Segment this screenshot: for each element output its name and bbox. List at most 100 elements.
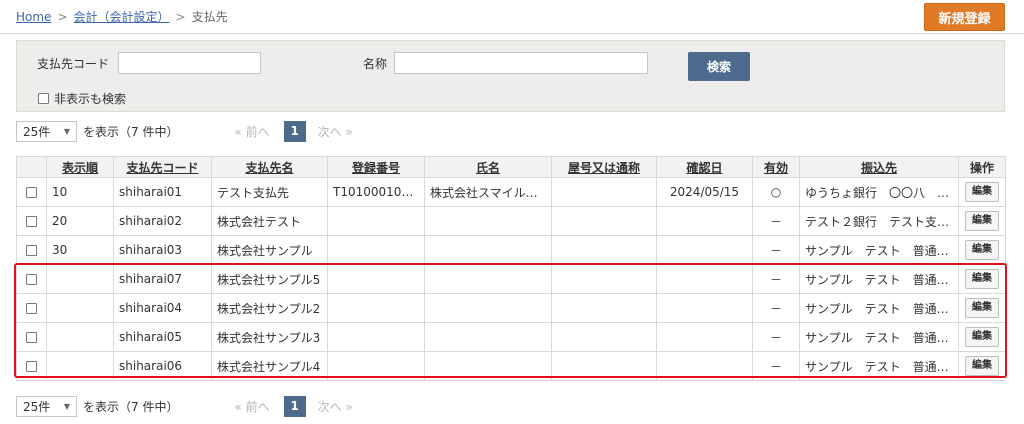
current-page-number[interactable]: 1 <box>283 395 306 417</box>
cell-trade-name <box>551 177 657 207</box>
cell-confirm-date <box>656 322 753 352</box>
cell-code: shiharai07 <box>113 264 212 294</box>
cell-code: shiharai03 <box>113 235 212 265</box>
table-header-row: 表示順 支払先コード 支払先名 登録番号 氏名 屋号又は通称 確認日 有効 振込… <box>16 156 1006 178</box>
next-page-link[interactable]: 次へ » <box>318 398 353 415</box>
cell-person <box>424 351 552 381</box>
cell-bank: テスト２銀行 テスト支… <box>799 206 959 236</box>
breadcrumb-separator: > <box>175 9 186 24</box>
row-select-cell <box>16 235 47 265</box>
breadcrumb-accounting-link[interactable]: 会計（会計設定） <box>74 8 170 25</box>
name-input[interactable] <box>394 52 648 74</box>
current-page-number[interactable]: 1 <box>283 120 306 142</box>
row-checkbox[interactable] <box>26 187 37 198</box>
header-bank[interactable]: 振込先 <box>799 156 959 178</box>
edit-button[interactable]: 編集 <box>965 327 999 347</box>
search-button[interactable]: 検索 <box>688 52 750 81</box>
row-select-cell <box>16 206 47 236</box>
payee-code-input[interactable] <box>118 52 261 74</box>
breadcrumb-separator: > <box>57 9 68 24</box>
edit-button[interactable]: 編集 <box>965 356 999 376</box>
prev-page-link[interactable]: « 前へ <box>234 123 269 140</box>
cell-reg-no <box>327 235 425 265</box>
per-page-select[interactable]: 25件 ▼ <box>16 395 77 417</box>
header-trade-name[interactable]: 屋号又は通称 <box>551 156 657 178</box>
cell-bank: サンプル テスト 普通… <box>799 351 959 381</box>
header-order[interactable]: 表示順 <box>46 156 114 178</box>
cell-order: 20 <box>46 206 114 236</box>
payee-table: 表示順 支払先コード 支払先名 登録番号 氏名 屋号又は通称 確認日 有効 振込… <box>16 156 1006 381</box>
cell-reg-no <box>327 293 425 323</box>
cell-name: 株式会社サンプル4 <box>211 351 328 381</box>
per-page-value: 25件 <box>23 124 51 139</box>
include-hidden-label: 非表示も検索 <box>54 92 127 106</box>
cell-code: shiharai02 <box>113 206 212 236</box>
cell-reg-no <box>327 351 425 381</box>
row-checkbox[interactable] <box>26 303 37 314</box>
cell-code: shiharai01 <box>113 177 212 207</box>
row-checkbox[interactable] <box>26 332 37 343</box>
breadcrumb-home-link[interactable]: Home <box>16 10 51 24</box>
cell-action: 編集 <box>958 235 1006 265</box>
table-row: shiharai06 株式会社サンプル4 － サンプル テスト 普通… 編集 <box>16 351 1006 381</box>
cell-order <box>46 322 114 352</box>
cell-bank: サンプル テスト 普通… <box>799 322 959 352</box>
row-checkbox[interactable] <box>26 361 37 372</box>
row-select-cell <box>16 322 47 352</box>
cell-bank: サンプル テスト 普通… <box>799 235 959 265</box>
display-count-text: を表示（7 件中） <box>83 124 179 139</box>
header-reg-no[interactable]: 登録番号 <box>327 156 425 178</box>
cell-trade-name <box>551 206 657 236</box>
cell-action: 編集 <box>958 293 1006 323</box>
cell-order <box>46 293 114 323</box>
breadcrumb: Home > 会計（会計設定） > 支払先 <box>16 8 228 25</box>
edit-button[interactable]: 編集 <box>965 269 999 289</box>
cell-name: テスト支払先 <box>211 177 328 207</box>
header-person[interactable]: 氏名 <box>424 156 552 178</box>
cell-valid: － <box>752 206 800 236</box>
pagination-bottom: 25件 ▼ を表示（7 件中） « 前へ 1 次へ » <box>16 395 353 417</box>
pagination-top: 25件 ▼ を表示（7 件中） « 前へ 1 次へ » <box>16 120 353 142</box>
table-row: 10 shiharai01 テスト支払先 T1010001083950 株式会社… <box>16 177 1006 207</box>
header-code[interactable]: 支払先コード <box>113 156 212 178</box>
table-row: shiharai05 株式会社サンプル3 － サンプル テスト 普通… 編集 <box>16 322 1006 352</box>
cell-valid: ○ <box>752 177 800 207</box>
cell-code: shiharai04 <box>113 293 212 323</box>
row-checkbox[interactable] <box>26 245 37 256</box>
include-hidden-checkbox[interactable] <box>38 93 49 104</box>
cell-name: 株式会社サンプル3 <box>211 322 328 352</box>
cell-trade-name <box>551 351 657 381</box>
edit-button[interactable]: 編集 <box>965 240 999 260</box>
cell-bank: サンプル テスト 普通… <box>799 264 959 294</box>
per-page-select[interactable]: 25件 ▼ <box>16 120 77 142</box>
cell-person <box>424 264 552 294</box>
row-checkbox[interactable] <box>26 274 37 285</box>
cell-action: 編集 <box>958 206 1006 236</box>
cell-valid: － <box>752 264 800 294</box>
header-confirm-date[interactable]: 確認日 <box>656 156 753 178</box>
cell-order <box>46 351 114 381</box>
cell-name: 株式会社サンプル5 <box>211 264 328 294</box>
edit-button[interactable]: 編集 <box>965 211 999 231</box>
name-label: 名称 <box>363 57 388 71</box>
new-registration-button[interactable]: 新規登録 <box>924 3 1005 31</box>
table-row: shiharai04 株式会社サンプル2 － サンプル テスト 普通… 編集 <box>16 293 1006 323</box>
edit-button[interactable]: 編集 <box>965 298 999 318</box>
cell-reg-no <box>327 206 425 236</box>
row-select-cell <box>16 351 47 381</box>
chevron-down-icon: ▼ <box>63 126 70 136</box>
row-checkbox[interactable] <box>26 216 37 227</box>
header-name[interactable]: 支払先名 <box>211 156 328 178</box>
cell-trade-name <box>551 235 657 265</box>
row-select-cell <box>16 177 47 207</box>
cell-confirm-date <box>656 264 753 294</box>
edit-button[interactable]: 編集 <box>965 182 999 202</box>
cell-valid: － <box>752 235 800 265</box>
header-valid[interactable]: 有効 <box>752 156 800 178</box>
next-page-link[interactable]: 次へ » <box>318 123 353 140</box>
include-hidden-option[interactable]: 非表示も検索 <box>38 90 126 107</box>
cell-person <box>424 293 552 323</box>
prev-page-link[interactable]: « 前へ <box>234 398 269 415</box>
cell-order: 10 <box>46 177 114 207</box>
cell-valid: － <box>752 293 800 323</box>
